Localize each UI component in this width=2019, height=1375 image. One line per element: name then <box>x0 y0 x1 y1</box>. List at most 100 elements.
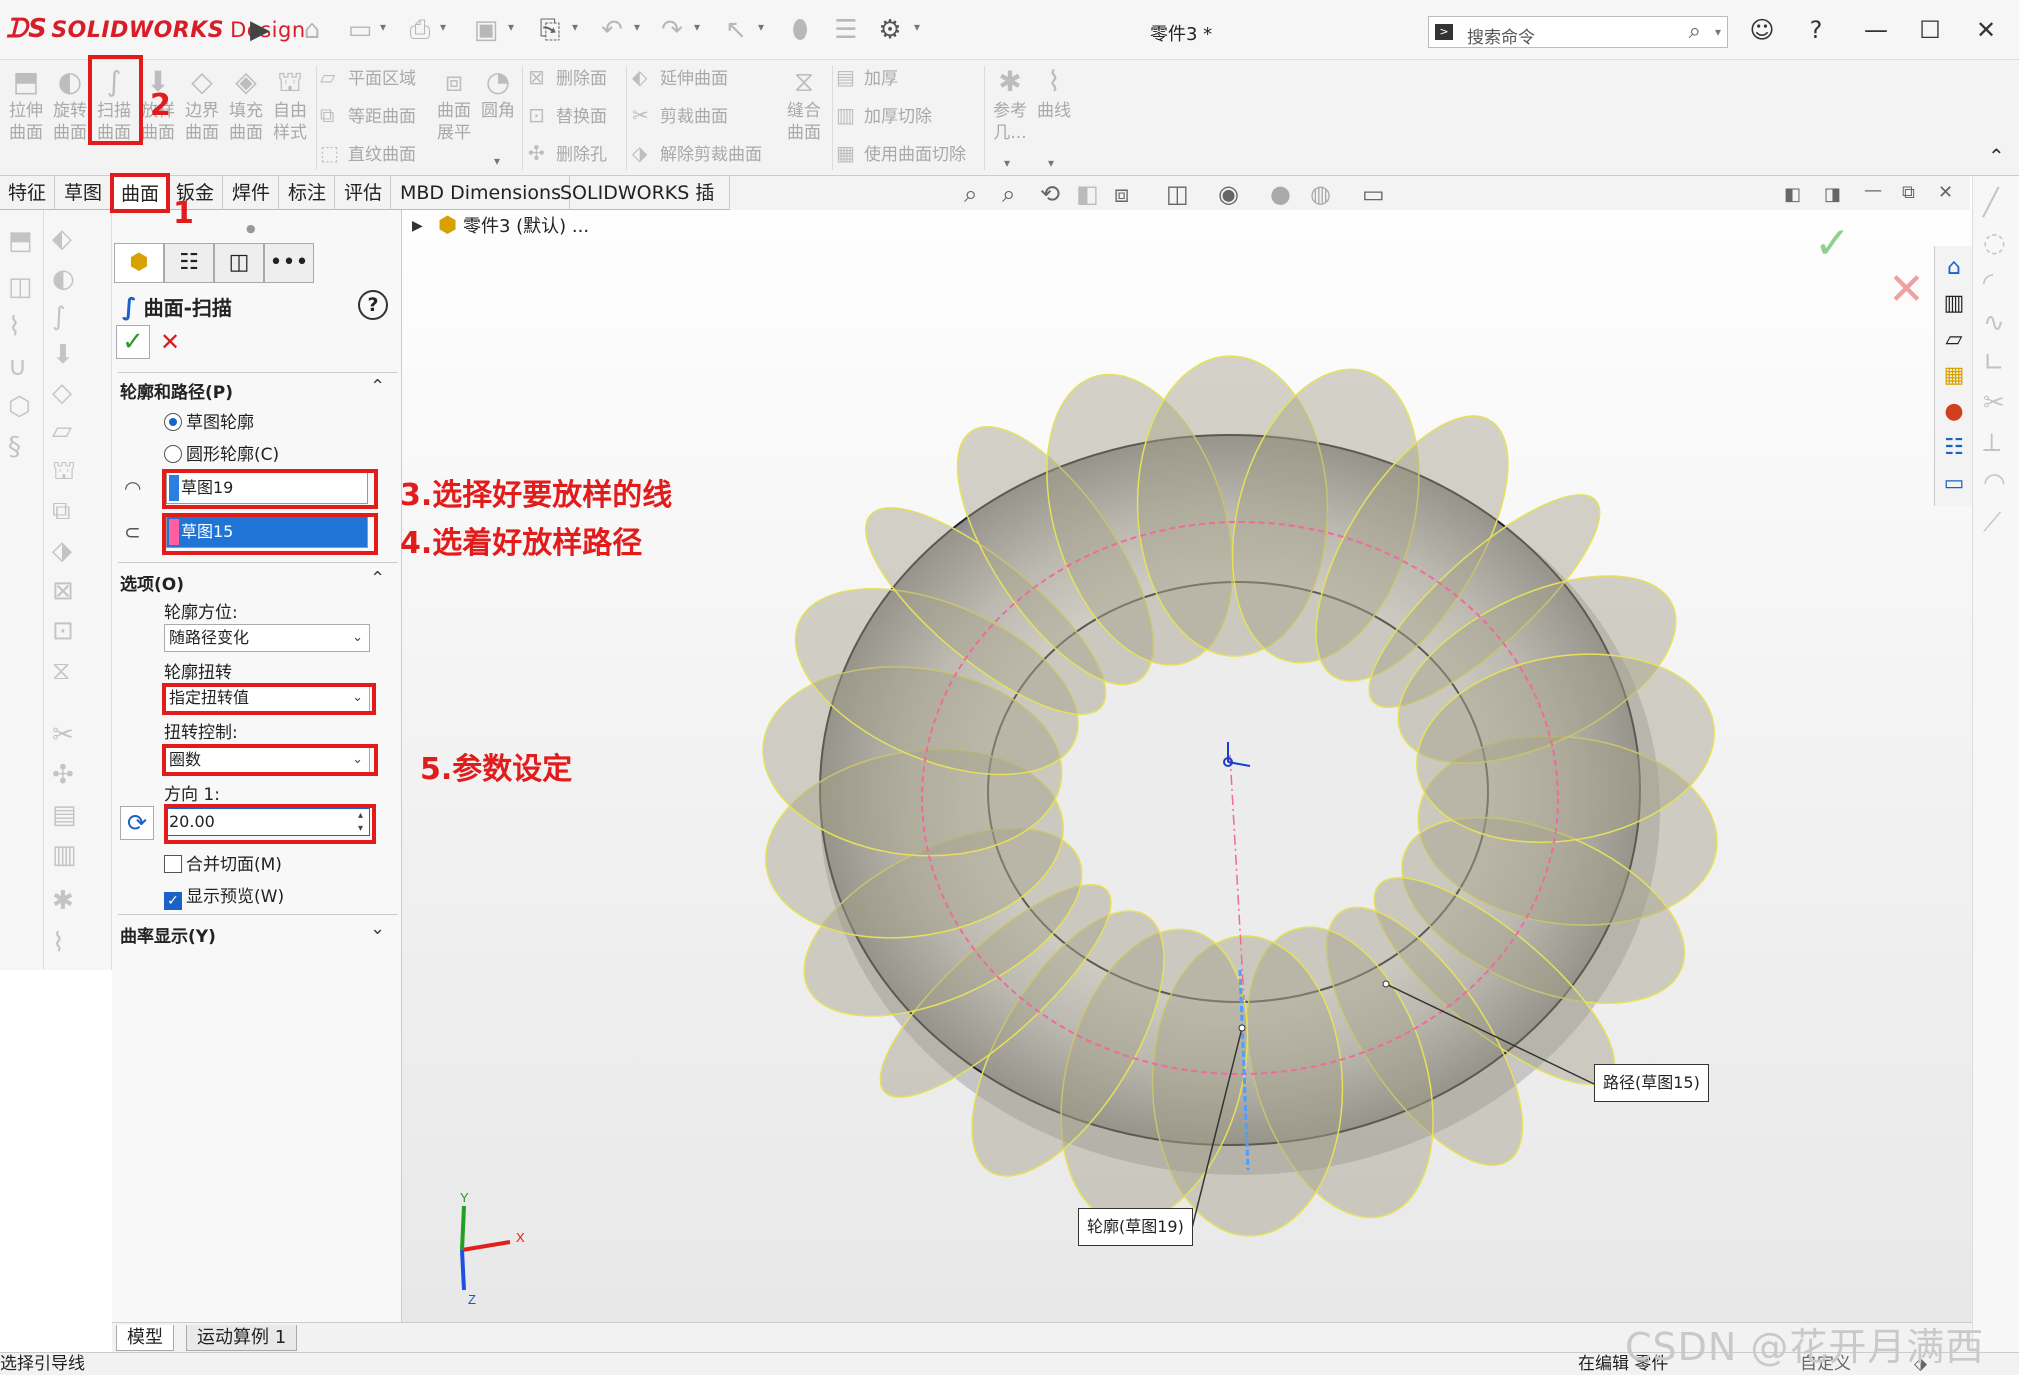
chevron-up-icon[interactable]: ⌃ <box>370 376 385 397</box>
tool-sweep-icon[interactable]: ∫ <box>52 302 66 332</box>
tab-weldments[interactable]: 焊件 <box>224 176 280 210</box>
thickened-cut-button[interactable]: ▥ 加厚切除 <box>836 100 932 130</box>
curves-button[interactable]: ⌇ 曲线 <box>1032 64 1076 122</box>
options-gear-icon[interactable]: ⚙ <box>874 14 906 46</box>
surface-flatten-button[interactable]: ⧈ 曲面 展平 <box>432 64 476 144</box>
sketch-offset-icon[interactable]: ◠ <box>1983 468 2006 498</box>
profile-orientation-select[interactable]: 随路径变化 ⌄ <box>164 624 370 652</box>
hide-show-items-icon[interactable]: ◉ <box>1218 180 1239 208</box>
tool-loft-icon[interactable]: ⬇ <box>52 340 74 370</box>
search-commands-box[interactable]: > 搜索命令 ⌕ ▾ <box>1428 16 1728 48</box>
shortcut-sweep-icon[interactable]: ⌇ <box>8 312 21 342</box>
open-dropdown-icon[interactable]: ▾ <box>440 20 446 34</box>
sketch-corner-icon[interactable]: ∟ <box>1983 348 2005 378</box>
filled-surface-button[interactable]: ◈ 填充 曲面 <box>224 64 268 144</box>
open-folder-icon[interactable]: ⎙ <box>404 14 436 46</box>
previous-view-icon[interactable]: ⟲ <box>1040 180 1060 208</box>
edit-appearance-icon[interactable]: ● <box>1270 180 1291 208</box>
tool-thicken-icon[interactable]: ⛫ <box>52 456 76 490</box>
new-document-icon[interactable]: ▭ <box>344 14 376 46</box>
options-section-header[interactable]: 选项(O) <box>120 570 184 595</box>
chevron-up-icon[interactable]: ⌃ <box>370 568 385 589</box>
print-icon[interactable]: ⎘ <box>534 14 566 46</box>
swept-surface-preview[interactable]: X Y Z <box>402 210 1972 1322</box>
show-preview-checkbox[interactable]: ✓ 显示预览(W) <box>164 882 284 910</box>
search-icon[interactable]: ⌕ <box>1689 19 1701 44</box>
forum-icon[interactable]: ▭ <box>1940 470 1968 498</box>
untrim-surface-button[interactable]: ⬗ 解除剪裁曲面 <box>632 138 762 168</box>
close-button[interactable]: ✕ <box>1966 12 2006 48</box>
delete-hole-button[interactable]: ✣ 删除孔 <box>528 138 607 168</box>
print-dropdown-icon[interactable]: ▾ <box>572 20 578 34</box>
help-icon[interactable]: ? <box>358 290 388 320</box>
sketch-circle-icon[interactable]: ◌ <box>1983 228 2006 258</box>
property-manager-tab[interactable]: ☷ <box>164 243 214 283</box>
tool-replace-face-icon[interactable]: ⊡ <box>52 616 74 646</box>
custom-properties-icon[interactable]: ☷ <box>1940 434 1968 462</box>
profile-path-section-header[interactable]: 轮廓和路径(P) <box>120 378 233 403</box>
expand-menu-icon[interactable]: ▶ <box>244 14 276 46</box>
new-dropdown-icon[interactable]: ▾ <box>380 20 386 34</box>
tool-untrim-icon[interactable]: ✣ <box>52 760 74 790</box>
more-tabs-tab[interactable]: ••• <box>264 243 314 283</box>
tool-delete-face-icon[interactable]: ⊠ <box>52 576 74 606</box>
solidworks-resources-icon[interactable]: ⌂ <box>1940 254 1968 282</box>
reference-dropdown-icon[interactable]: ▾ <box>1004 156 1010 170</box>
display-style-icon[interactable]: ◫ <box>1166 180 1189 208</box>
fillet-dropdown-icon[interactable]: ▾ <box>494 154 500 168</box>
ok-button[interactable]: ✓ <box>116 325 150 359</box>
shortcut-revolve-icon[interactable]: ◫ <box>8 272 33 302</box>
tool-plane-icon[interactable]: ⬖ <box>52 224 72 254</box>
tool-fill-icon[interactable]: ▱ <box>52 416 72 446</box>
chevron-down-icon[interactable]: ⌄ <box>370 918 385 939</box>
circular-profile-radio[interactable]: 圆形轮廓(C) <box>164 440 279 465</box>
tab-motion-study[interactable]: 运动算例 1 <box>186 1325 298 1351</box>
shortcut-boundary-icon[interactable]: ⬡ <box>8 392 31 422</box>
view-settings-icon[interactable]: ▭ <box>1362 180 1385 208</box>
options-dropdown-icon[interactable]: ▾ <box>914 20 920 34</box>
file-explorer-icon[interactable]: ▱ <box>1940 326 1968 354</box>
replace-face-button[interactable]: ⊡ 替换面 <box>528 100 607 130</box>
tool-extend-icon[interactable]: ⬗ <box>52 536 72 566</box>
ruled-surface-button[interactable]: ⬚ 直纹曲面 <box>320 138 416 168</box>
reference-geometry-button[interactable]: ✱ 参考 几... <box>988 64 1032 144</box>
viewport-close-icon[interactable]: ✕ <box>1938 182 1953 203</box>
viewport-tile-right-icon[interactable]: ◨ <box>1824 184 1841 205</box>
tool-boundary-icon[interactable]: ◇ <box>52 378 72 408</box>
viewport-restore-icon[interactable]: ⧉ <box>1902 182 1915 203</box>
sketch-dimension-icon[interactable]: ⟋ <box>1983 508 2001 539</box>
maximize-button[interactable]: ☐ <box>1910 12 1950 48</box>
viewport-tile-left-icon[interactable]: ◧ <box>1784 184 1801 205</box>
delete-face-button[interactable]: ⊠ 删除面 <box>528 62 607 92</box>
profile-callout-label[interactable]: 轮廓(草图19) <box>1078 1208 1193 1246</box>
sketch-line-icon[interactable]: ╱ <box>1983 188 1999 218</box>
reverse-direction-button[interactable]: ⟳ <box>120 806 154 840</box>
tab-evaluate[interactable]: 评估 <box>336 176 392 210</box>
tool-knit-icon[interactable]: ⧖ <box>52 656 70 687</box>
freeform-button[interactable]: ⛫ 自由 样式 <box>268 64 312 144</box>
sketch-trim-icon[interactable]: ✂ <box>1983 388 2005 418</box>
file-properties-icon[interactable]: ☰ <box>830 14 862 46</box>
extruded-surface-button[interactable]: ⬒ 拉伸 曲面 <box>4 64 48 144</box>
merge-tangent-checkbox[interactable]: 合并切面(M) <box>164 850 282 875</box>
feature-manager-tab[interactable]: ⬢ <box>114 243 164 283</box>
tool-cut-surface-icon[interactable]: ▥ <box>52 840 77 870</box>
rebuild-icon[interactable]: ⬮ <box>784 14 816 46</box>
tab-mbd-dimensions[interactable]: MBD Dimensions <box>392 176 570 210</box>
redo-dropdown-icon[interactable]: ▾ <box>694 20 700 34</box>
search-dropdown-icon[interactable]: ▾ <box>1715 25 1721 39</box>
tab-markup[interactable]: 标注 <box>280 176 336 210</box>
zoom-to-area-icon[interactable]: ⌕ <box>1002 180 1015 208</box>
knit-surface-button[interactable]: ⧖ 缝合 曲面 <box>782 64 826 144</box>
save-icon[interactable]: ▣ <box>470 14 502 46</box>
path-callout-label[interactable]: 路径(草图15) <box>1594 1064 1709 1102</box>
offset-surface-button[interactable]: ⧉ 等距曲面 <box>320 100 416 130</box>
appearances-icon[interactable]: ● <box>1940 398 1968 426</box>
apply-scene-icon[interactable]: ◍ <box>1310 180 1331 208</box>
viewport-minimize-icon[interactable]: — <box>1864 180 1882 201</box>
revolved-surface-button[interactable]: ◐ 旋转 曲面 <box>48 64 92 144</box>
save-dropdown-icon[interactable]: ▾ <box>508 20 514 34</box>
redo-icon[interactable]: ↷ <box>656 14 688 46</box>
tool-reference-icon[interactable]: ✱ <box>52 886 74 916</box>
sketch-arc-icon[interactable]: ◜ <box>1983 268 1993 298</box>
